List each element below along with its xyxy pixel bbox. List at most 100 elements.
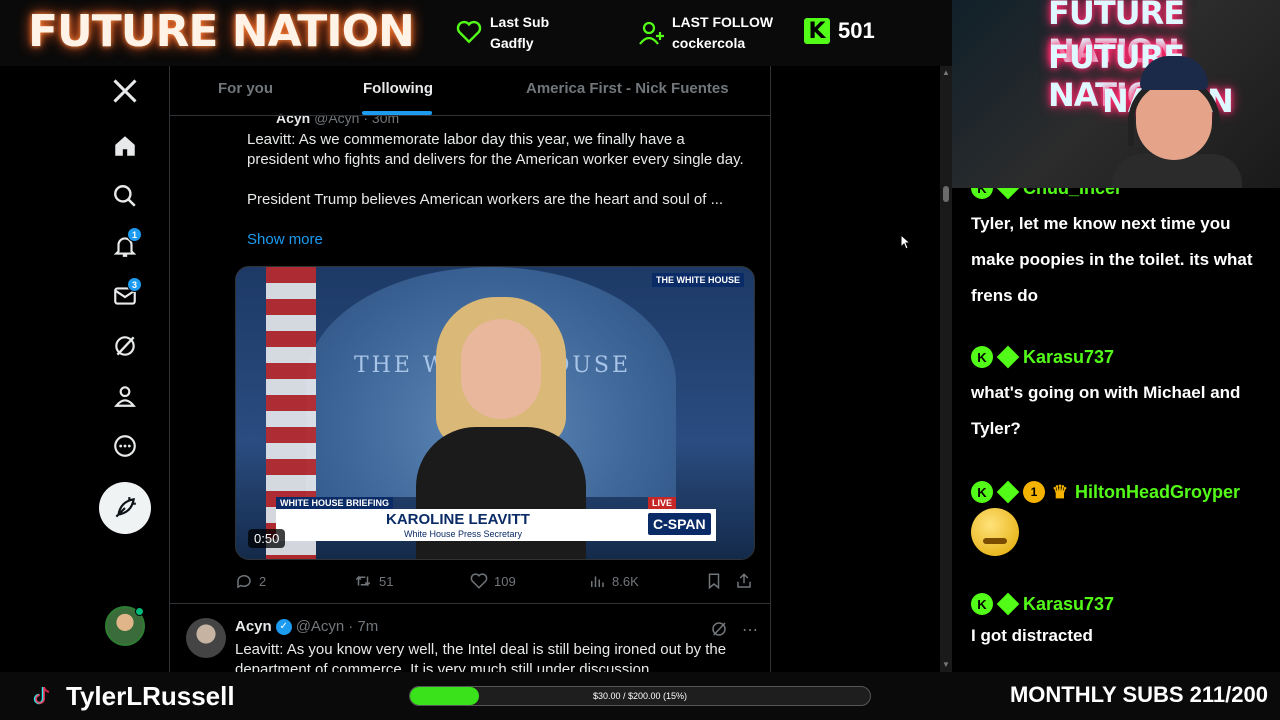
- kick-viewers-value: 501: [838, 18, 875, 43]
- chat-message: K 1 ♛ HiltonHeadGroyper: [971, 480, 1261, 556]
- tab-following[interactable]: Following: [363, 66, 433, 116]
- post-avatar[interactable]: [186, 618, 226, 658]
- like-button[interactable]: 109: [470, 572, 516, 590]
- post[interactable]: Acyn ✓ @Acyn · 7m ⋯ Leavitt: As you know…: [170, 606, 770, 672]
- heart-icon: [456, 20, 482, 50]
- broadcast-corner-tag: THE WHITE HOUSE: [651, 273, 744, 287]
- stream-bottom-bar: TylerLRussell $30.00 / $200.00 (15%) MON…: [0, 672, 1280, 720]
- bookmark-button[interactable]: [705, 572, 723, 590]
- stream-chat: K Chud_Incel Tyler, let me know next tim…: [952, 188, 1280, 672]
- chat-username[interactable]: Karasu737: [1023, 347, 1114, 368]
- x-app: 1 3 For you Following America First - Ni…: [0, 66, 952, 672]
- views-button[interactable]: 8.6K: [588, 572, 639, 590]
- tab-america-first[interactable]: America First - Nick Fuentes: [526, 66, 729, 116]
- subscriber-badge-icon: [996, 188, 1020, 200]
- network-logo: C-SPAN: [648, 513, 711, 535]
- like-icon: [470, 573, 488, 589]
- active-tab-indicator: [362, 111, 432, 115]
- chat-username[interactable]: Chud_Incel: [1023, 188, 1120, 199]
- subscriber-badge-icon: [996, 480, 1020, 504]
- profile-icon[interactable]: [102, 373, 148, 419]
- chat-message: K Chud_Incel Tyler, let me know next tim…: [971, 188, 1261, 314]
- x-logo-icon[interactable]: [102, 68, 148, 114]
- messages-icon[interactable]: 3: [102, 273, 148, 319]
- grok-icon[interactable]: [710, 620, 728, 638]
- stream-top-bar: FUTURE NATION Last Sub Gadfly LAST FOLLO…: [0, 0, 952, 66]
- show-more-link[interactable]: Show more: [247, 231, 323, 248]
- scroll-down-icon[interactable]: ▼: [942, 660, 950, 669]
- chat-username-row: K 1 ♛ HiltonHeadGroyper: [971, 480, 1261, 504]
- scrollbar-thumb[interactable]: [943, 186, 949, 202]
- post-header: Acyn ✓ @Acyn · 7m: [235, 618, 378, 635]
- speaker-name: KAROLINE LEAVITT: [386, 511, 530, 528]
- search-icon[interactable]: [102, 173, 148, 219]
- speaker-title: White House Press Secretary: [404, 529, 523, 539]
- donation-goal-text: $30.00 / $200.00 (15%): [592, 691, 688, 701]
- chat-text: Tyler, let me know next time you make po…: [971, 214, 1253, 305]
- streamer-handle: TylerLRussell: [66, 681, 235, 711]
- views-icon: [591, 576, 604, 587]
- online-indicator: [135, 607, 144, 616]
- timeline-tabs: For you Following America First - Nick F…: [170, 66, 770, 116]
- page-scrollbar[interactable]: ▲ ▼: [940, 66, 952, 672]
- chat-username-row: K Karasu737: [971, 592, 1261, 616]
- chat-message: K Karasu737 I got distracted: [971, 592, 1261, 654]
- chat-username-row: K Karasu737: [971, 345, 1261, 369]
- gifter-badge-icon: 1: [1023, 481, 1045, 503]
- briefing-tag: WHITE HOUSE BRIEFING: [276, 497, 394, 509]
- mouse-cursor-icon: [900, 234, 912, 250]
- kick-badge-icon: K: [971, 346, 993, 368]
- account-avatar[interactable]: [105, 606, 145, 646]
- chat-text: I got distracted: [971, 626, 1093, 645]
- donation-goal-bar: $30.00 / $200.00 (15%): [409, 686, 871, 706]
- home-icon[interactable]: [102, 123, 148, 169]
- compose-post-button[interactable]: [99, 482, 151, 534]
- more-options-icon[interactable]: ⋯: [742, 620, 758, 640]
- tiktok-icon: [33, 686, 50, 705]
- notifications-badge: 1: [127, 227, 142, 242]
- post-header-actions: ⋯: [710, 620, 758, 640]
- more-icon[interactable]: [102, 423, 148, 469]
- grok-icon[interactable]: [102, 323, 148, 369]
- verified-icon: ✓: [275, 618, 292, 635]
- last-sub-name: Gadfly: [490, 35, 534, 51]
- brand-title: FUTURE NATION: [28, 6, 415, 57]
- share-button[interactable]: [735, 572, 753, 590]
- post-actions: 2 51 109 8.6K: [235, 572, 755, 592]
- streamer-image: [1112, 56, 1242, 188]
- post-time[interactable]: · 7m: [348, 618, 378, 635]
- post[interactable]: Acyn @Acyn · 30m Leavitt: As we commemor…: [170, 106, 770, 604]
- post-handle[interactable]: @Acyn: [296, 618, 345, 635]
- last-sub-widget: Last Sub Gadfly: [456, 12, 549, 54]
- chat-username[interactable]: Karasu737: [1023, 594, 1114, 615]
- like-count: 109: [494, 573, 516, 589]
- repost-count: 51: [379, 573, 394, 589]
- left-nav: 1 3: [98, 66, 152, 672]
- share-icon: [737, 573, 751, 588]
- messages-badge: 3: [127, 277, 142, 292]
- post-author[interactable]: Acyn: [235, 618, 272, 635]
- tab-for-you[interactable]: For you: [218, 66, 273, 116]
- post-text-para-2: President Trump believes American worker…: [247, 191, 724, 208]
- scroll-up-icon[interactable]: ▲: [942, 68, 950, 77]
- kick-badge-icon: K: [971, 593, 993, 615]
- kick-badge-icon: K: [971, 481, 993, 503]
- repost-icon: [355, 575, 371, 587]
- monthly-subs-counter: MONTHLY SUBS 211/200: [1009, 682, 1268, 707]
- add-user-icon: [638, 20, 666, 52]
- notifications-icon[interactable]: 1: [102, 223, 148, 269]
- video-player[interactable]: THE WHITE HOUSE THE WHITE HOUSE WHITE HO…: [235, 266, 755, 560]
- chat-username[interactable]: HiltonHeadGroyper: [1075, 482, 1240, 503]
- chat-text: what's going on with Michael and Tyler?: [971, 383, 1241, 438]
- crown-badge-icon: ♛: [1051, 481, 1069, 502]
- last-follow-name: cockercola: [672, 35, 746, 51]
- subscriber-badge-icon: [996, 345, 1020, 369]
- chat-username-row: K Chud_Incel: [971, 188, 1261, 200]
- kick-viewer-count: K 501: [804, 18, 875, 44]
- kick-logo-icon: K: [804, 18, 830, 44]
- reply-icon: [237, 574, 251, 589]
- live-tag: LIVE: [648, 497, 677, 509]
- reply-button[interactable]: 2: [235, 572, 266, 590]
- repost-button[interactable]: 51: [353, 572, 393, 590]
- reply-count: 2: [259, 573, 267, 589]
